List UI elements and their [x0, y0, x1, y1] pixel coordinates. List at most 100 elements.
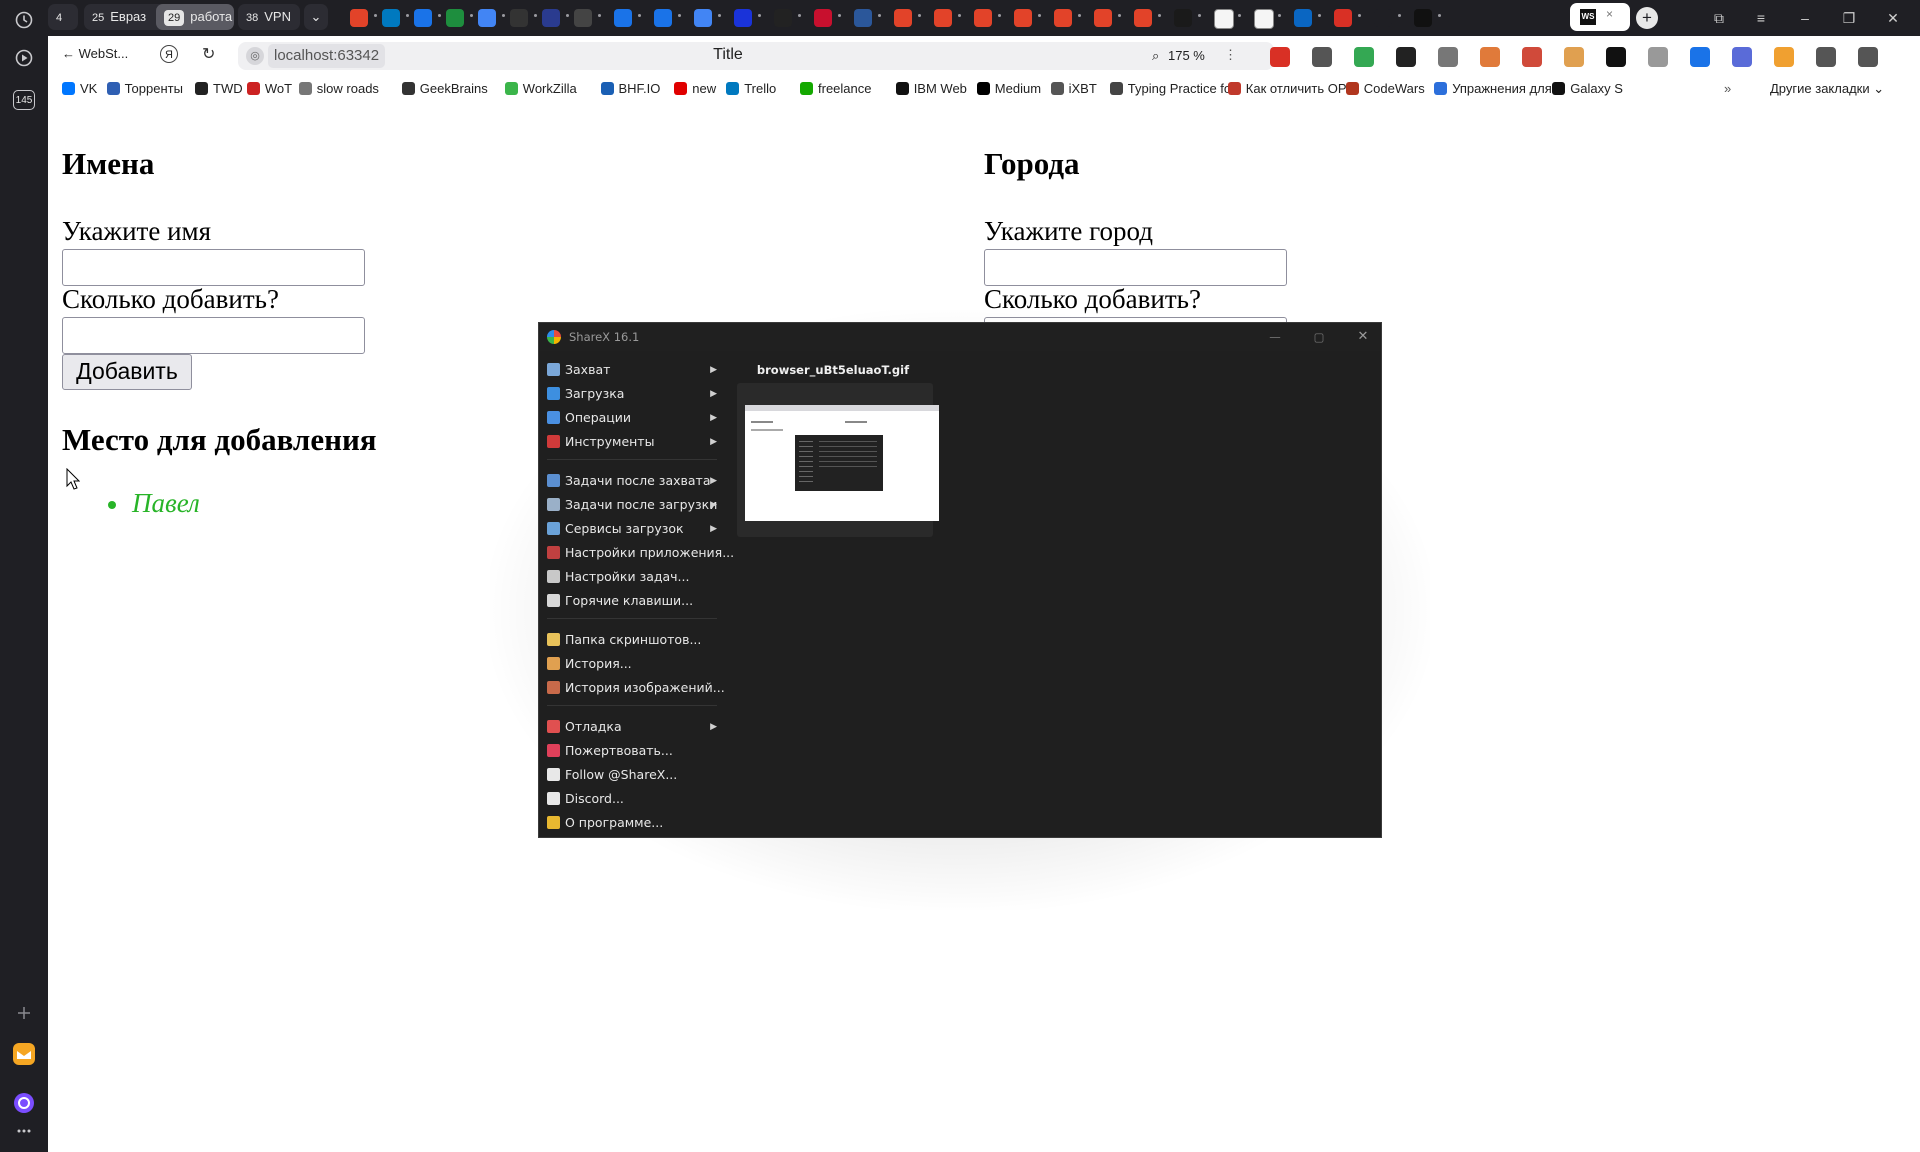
bookmark-item[interactable]: Как отличить OPE [1227, 80, 1355, 98]
sharex-menu-item[interactable]: Захват ▶ [547, 359, 717, 381]
thumbnail-image[interactable] [745, 405, 939, 521]
sharex-menu-item[interactable]: Задачи после загрузки ▶ [547, 494, 717, 516]
pinned-tab-favicon-icon[interactable] [1334, 9, 1352, 27]
bookmark-item[interactable]: TWD [195, 80, 243, 98]
sharex-window[interactable]: ShareX 16.1 — ▢ ✕ Захват ▶ Загрузка ▶ Операц… [538, 322, 1382, 838]
sharex-menu-item[interactable]: Задачи после захвата ▶ [547, 470, 717, 492]
bookmark-item[interactable]: freelance [800, 80, 871, 98]
pinned-tab-favicon-icon[interactable] [894, 9, 912, 27]
bookmark-item[interactable]: Medium [976, 80, 1041, 98]
zoom-control[interactable]: ⌕ 175 % ⋮ [1144, 42, 1274, 70]
omnibox[interactable]: ◎ localhost:63342 Title 🔖︎ [238, 42, 1268, 70]
pinned-tab-favicon-icon[interactable] [614, 9, 632, 27]
bookmark-item[interactable]: GeekBrains [401, 80, 488, 98]
extension-icon[interactable] [1816, 47, 1836, 67]
pinned-tab-favicon-icon[interactable] [654, 9, 672, 27]
add-button[interactable]: Добавить [62, 354, 192, 390]
bookmark-item[interactable]: Typing Practice fo [1109, 80, 1231, 98]
extension-icon[interactable] [1564, 47, 1584, 67]
sharex-menu-item[interactable]: Отладка ▶ [547, 716, 717, 738]
pinned-tab-favicon-icon[interactable] [1134, 9, 1152, 27]
pinned-tab-favicon-icon[interactable] [574, 9, 592, 27]
names-count-input[interactable] [62, 317, 365, 354]
tab-group-0[interactable]: 4 [48, 4, 78, 30]
extension-icon[interactable] [1312, 47, 1332, 67]
bookmark-item[interactable]: Торренты [106, 80, 183, 98]
minimize-icon[interactable]: — [1257, 323, 1293, 351]
pinned-tab-favicon-icon[interactable] [1254, 9, 1274, 29]
sharex-menu-item[interactable]: Инструменты ▶ [547, 431, 717, 453]
tab-groups-dropdown[interactable]: ⌄ [304, 4, 328, 30]
tab-group-2[interactable]: 29 работа [156, 4, 234, 30]
thumbnail-card[interactable] [737, 383, 939, 537]
pinned-tab-favicon-icon[interactable] [350, 9, 368, 27]
sharex-menu-item[interactable]: Горячие клавиши... [547, 590, 717, 612]
extension-icon[interactable] [1270, 47, 1290, 67]
pinned-tab-favicon-icon[interactable] [1374, 9, 1392, 27]
extension-icon[interactable] [1606, 47, 1626, 67]
other-bookmarks[interactable]: Другие закладки ⌄ [1770, 80, 1884, 98]
sharex-menu-item[interactable]: Сервисы загрузок ▶ [547, 518, 717, 540]
extension-icon[interactable] [1774, 47, 1794, 67]
active-tab[interactable]: WS × [1570, 3, 1630, 31]
sharex-menu-item[interactable]: Настройки приложения... [547, 542, 734, 564]
name-input[interactable] [62, 249, 365, 286]
city-input[interactable] [984, 249, 1287, 286]
zoom-menu-icon[interactable]: ⋮ [1224, 47, 1237, 63]
bookmark-panel-icon[interactable]: ⧉ [1704, 6, 1734, 30]
bookmarks-overflow-icon[interactable]: » [1724, 80, 1731, 98]
bookmark-item[interactable]: WoT [246, 80, 292, 98]
bookmark-item[interactable]: iXBT [1050, 80, 1097, 98]
extension-icon[interactable] [1690, 47, 1710, 67]
bookmark-item[interactable]: CodeWars [1345, 80, 1425, 98]
pinned-tab-favicon-icon[interactable] [814, 9, 832, 27]
bookmark-item[interactable]: slow roads [298, 80, 379, 98]
pinned-tab-favicon-icon[interactable] [694, 9, 712, 27]
minimize-icon[interactable]: – [1790, 6, 1820, 30]
sharex-titlebar[interactable]: ShareX 16.1 — ▢ ✕ [539, 323, 1381, 351]
pinned-tab-favicon-icon[interactable] [1014, 9, 1032, 27]
tab-group-3[interactable]: 38 VPN [238, 4, 300, 30]
sharex-menu-item[interactable]: Настройки задач... [547, 566, 717, 588]
bookmark-item[interactable]: Galaxy S [1552, 80, 1623, 98]
sharex-menu-item[interactable]: Загрузка ▶ [547, 383, 717, 405]
extension-icon[interactable] [1438, 47, 1458, 67]
pinned-tab-favicon-icon[interactable] [542, 9, 560, 27]
pinned-tab-favicon-icon[interactable] [934, 9, 952, 27]
sharex-menu-item[interactable]: О программе... [547, 812, 717, 834]
pinned-tab-favicon-icon[interactable] [774, 9, 792, 27]
tab-count-badge[interactable]: 145 [13, 90, 35, 110]
tab-close-icon[interactable]: × [1606, 7, 1613, 21]
sharex-menu-item[interactable]: История... [547, 653, 717, 675]
bookmark-item[interactable]: Trello [726, 80, 776, 98]
pinned-tab-favicon-icon[interactable] [1054, 9, 1072, 27]
extension-icon[interactable] [1732, 47, 1752, 67]
close-window-icon[interactable]: ✕ [1878, 6, 1908, 30]
sharex-menu-item[interactable]: Follow @ShareX... [547, 764, 717, 786]
media-play-icon[interactable] [12, 48, 36, 72]
menu-icon[interactable]: ≡ [1746, 6, 1776, 30]
pinned-tab-favicon-icon[interactable] [510, 9, 528, 27]
bookmark-item[interactable]: BHF.IO [600, 80, 660, 98]
thumbnail-filename[interactable]: browser_uBt5eluaoT.gif [735, 363, 931, 377]
extension-icon[interactable] [1480, 47, 1500, 67]
extension-icon[interactable] [1522, 47, 1542, 67]
pinned-tab-favicon-icon[interactable] [414, 9, 432, 27]
restore-icon[interactable]: ❐ [1834, 6, 1864, 30]
back-button[interactable]: ← WebSt... [62, 46, 128, 61]
sharex-menu-item[interactable]: Операции ▶ [547, 407, 717, 429]
pinned-tab-favicon-icon[interactable] [1174, 9, 1192, 27]
history-clock-icon[interactable] [12, 10, 36, 34]
new-tab-button[interactable]: + [1636, 7, 1658, 29]
url-text[interactable]: localhost:63342 [268, 44, 386, 68]
pinned-tab-favicon-icon[interactable] [1094, 9, 1112, 27]
pinned-tab-favicon-icon[interactable] [1214, 9, 1234, 29]
pinned-tab-favicon-icon[interactable] [1294, 9, 1312, 27]
pinned-tab-favicon-icon[interactable] [478, 9, 496, 27]
bookmark-item[interactable]: IBM Web [895, 80, 967, 98]
pinned-tab-favicon-icon[interactable] [1414, 9, 1432, 27]
extension-icon[interactable] [1396, 47, 1416, 67]
close-icon[interactable]: ✕ [1345, 323, 1381, 351]
site-info-icon[interactable]: ◎ [246, 47, 264, 65]
add-panel-icon[interactable] [12, 1004, 36, 1028]
